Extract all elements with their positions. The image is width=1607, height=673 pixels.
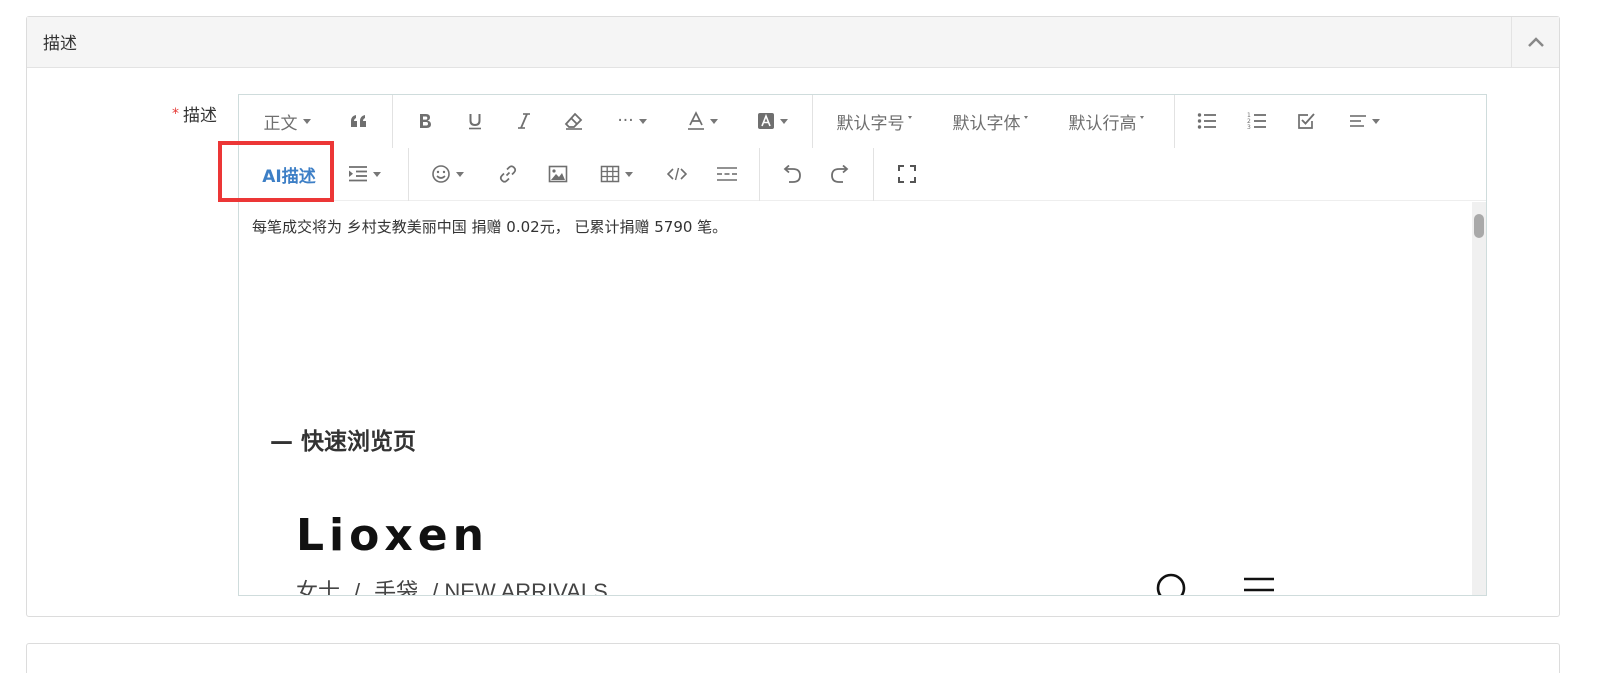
breadcrumb-women: 女士 — [296, 579, 341, 595]
italic-icon — [518, 113, 530, 129]
font-color-dropdown[interactable] — [677, 101, 727, 141]
font-size-dropdown[interactable]: 默认字号 — [829, 101, 919, 141]
background-color-dropdown[interactable] — [747, 101, 797, 141]
editor-scrollbar[interactable] — [1472, 202, 1486, 595]
underline-icon — [469, 114, 481, 130]
required-mark: * — [172, 106, 179, 122]
rich-text-editor: 正文 ··· 默认字号 默认字体 默认行高 1 2 3 AI描述 每笔成交将为 … — [238, 94, 1487, 596]
line-height-dropdown[interactable]: 默认行高 — [1061, 101, 1151, 141]
fullscreen-icon — [898, 165, 916, 183]
image-icon — [548, 165, 568, 183]
link-button[interactable] — [488, 154, 528, 194]
bold-icon — [420, 114, 431, 128]
field-label-text: 描述 — [183, 106, 217, 126]
image-button[interactable] — [538, 154, 578, 194]
collapse-button[interactable] — [1511, 17, 1559, 67]
italic-button[interactable] — [504, 101, 544, 141]
underline-button[interactable] — [455, 101, 495, 141]
more-styles-dropdown[interactable]: ··· — [607, 101, 657, 141]
chevron-up-icon — [1527, 37, 1544, 47]
align-dropdown[interactable] — [1339, 101, 1389, 141]
link-icon — [499, 165, 517, 183]
align-icon — [1349, 115, 1366, 127]
divider-button[interactable] — [707, 154, 747, 194]
panel-title: 描述 — [43, 34, 77, 54]
todo-button[interactable] — [1286, 101, 1326, 141]
redo-button[interactable] — [821, 154, 861, 194]
menu-icon — [1244, 577, 1274, 592]
bullet-list-button[interactable] — [1187, 101, 1227, 141]
redo-icon — [831, 165, 849, 183]
fullscreen-button[interactable] — [887, 154, 927, 194]
quote-button[interactable] — [339, 101, 379, 141]
emoji-icon — [431, 165, 450, 183]
font-family-label: 默认字体 — [952, 113, 1021, 134]
donation-text: 每笔成交将为 乡村支教美丽中国 捐赠 0.02元， 已累计捐赠 5790 笔。 — [252, 218, 728, 236]
scrollbar-thumb[interactable] — [1474, 214, 1484, 238]
background-color-icon — [757, 113, 774, 129]
editor-content[interactable]: 每笔成交将为 乡村支教美丽中国 捐赠 0.02元， 已累计捐赠 5790 笔。 … — [239, 202, 1472, 595]
todo-icon — [1298, 113, 1315, 129]
editor-toolbar: 正文 ··· 默认字号 默认字体 默认行高 1 2 3 AI描述 — [239, 95, 1486, 201]
description-field-label: * 描述 — [172, 101, 217, 126]
section-heading: — 快速浏览页 — [270, 429, 417, 455]
code-icon — [667, 167, 687, 181]
paragraph-style-label: 正文 — [263, 113, 298, 134]
breadcrumb-handbags: 手袋 — [374, 579, 419, 595]
quote-icon — [351, 115, 366, 127]
font-size-label: 默认字号 — [836, 113, 905, 134]
table-dropdown[interactable] — [591, 154, 641, 194]
font-color-icon — [687, 111, 704, 130]
table-icon — [600, 165, 619, 183]
search-icon — [1156, 573, 1186, 595]
panel-header: 描述 — [27, 17, 1559, 68]
bullet-list-icon — [1197, 113, 1216, 129]
breadcrumb-separator: / — [354, 579, 361, 595]
breadcrumb-new-arrivals: / NEW ARRIVALS — [432, 579, 608, 595]
brand-logo: Lioxen — [296, 510, 489, 561]
eraser-icon — [564, 112, 583, 130]
indent-dropdown[interactable] — [339, 154, 389, 194]
undo-icon — [783, 165, 801, 183]
code-button[interactable] — [657, 154, 697, 194]
more-label: ··· — [617, 111, 634, 131]
numbered-list-button[interactable]: 123 — [1237, 101, 1277, 141]
breadcrumb: 女士 / 手袋 / NEW ARRIVALS — [296, 574, 622, 595]
line-height-label: 默认行高 — [1068, 113, 1137, 134]
ai-description-button[interactable]: AI描述 — [227, 154, 351, 194]
numbered-list-icon: 123 — [1247, 112, 1266, 131]
undo-button[interactable] — [771, 154, 811, 194]
bold-button[interactable] — [405, 101, 445, 141]
next-panel — [26, 643, 1560, 673]
clear-format-button[interactable] — [554, 101, 594, 141]
ai-description-label: AI描述 — [262, 166, 316, 187]
emoji-dropdown[interactable] — [422, 154, 472, 194]
font-family-dropdown[interactable]: 默认字体 — [945, 101, 1035, 141]
paragraph-style-dropdown[interactable]: 正文 — [257, 101, 317, 141]
indent-icon — [348, 166, 367, 182]
svg-text:3: 3 — [1247, 124, 1251, 131]
divider-icon — [717, 167, 737, 181]
